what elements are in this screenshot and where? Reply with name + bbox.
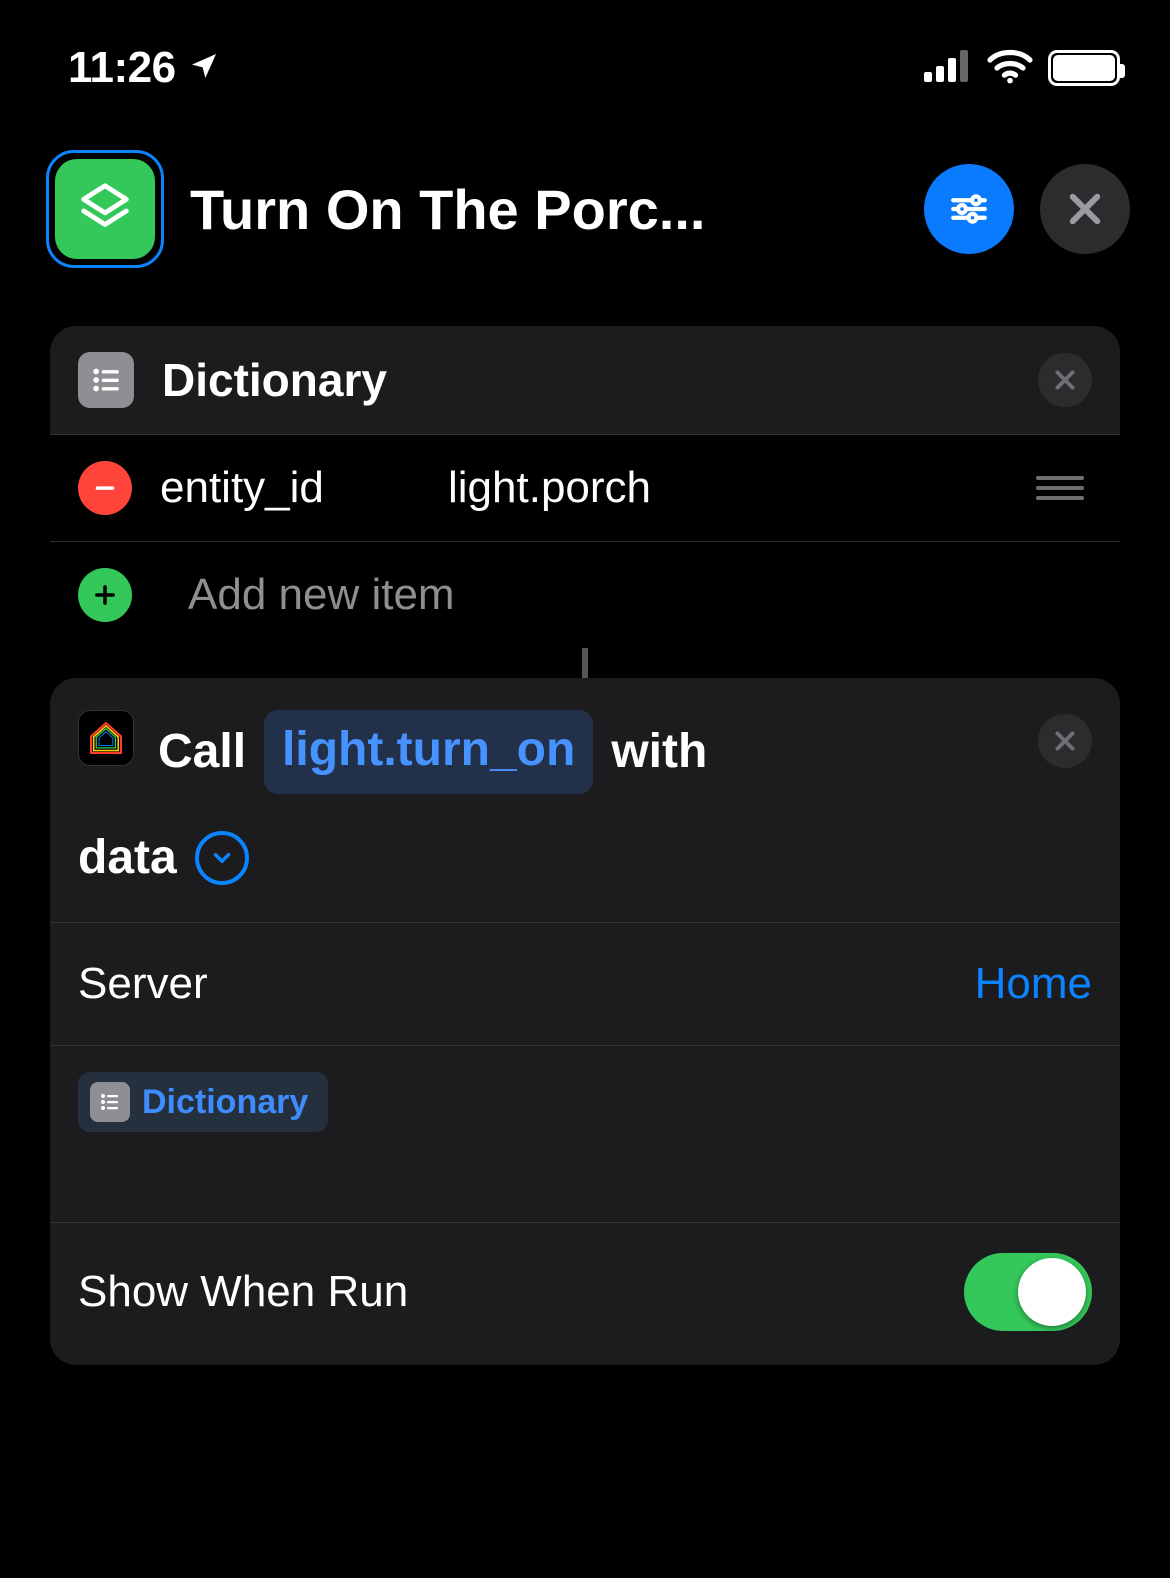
dictionary-action-card: Dictionary entity_id light.porch: [50, 326, 1120, 648]
dictionary-row: entity_id light.porch: [50, 435, 1120, 542]
shortcut-app-icon: [55, 159, 155, 259]
settings-button[interactable]: [924, 164, 1014, 254]
dictionary-action-header[interactable]: Dictionary: [50, 326, 1120, 434]
close-button[interactable]: [1040, 164, 1130, 254]
dictionary-chip-icon: [90, 1082, 130, 1122]
expand-action-button[interactable]: [195, 831, 249, 885]
add-row-placeholder: Add new item: [160, 570, 455, 620]
dictionary-value-field[interactable]: light.porch: [448, 463, 1008, 513]
battery-icon: [1048, 50, 1120, 86]
call-service-summary: Call light.turn_on with data: [158, 710, 1014, 894]
dictionary-icon: [78, 352, 134, 408]
server-value[interactable]: Home: [975, 959, 1092, 1009]
drag-handle-icon[interactable]: [1036, 476, 1084, 500]
call-service-action-card: Call light.turn_on with data Server Home: [50, 678, 1120, 1365]
service-token[interactable]: light.turn_on: [264, 710, 593, 794]
clock: 11:26: [68, 43, 176, 93]
add-row-button[interactable]: [78, 568, 132, 622]
dictionary-variable-chip[interactable]: Dictionary: [78, 1072, 328, 1132]
shortcut-title[interactable]: Turn On The Porc...: [190, 177, 898, 242]
call-service-header[interactable]: Call light.turn_on with data: [50, 678, 1120, 922]
shortcut-icon-button[interactable]: [46, 150, 164, 268]
remove-dictionary-action-button[interactable]: [1038, 353, 1092, 407]
dictionary-rows: entity_id light.porch Add new item: [50, 434, 1120, 648]
cellular-signal-icon: [924, 50, 972, 87]
location-services-icon: [188, 43, 220, 93]
call-prefix: Call: [158, 716, 246, 788]
call-mid: with: [611, 716, 707, 788]
remove-call-action-button[interactable]: [1038, 714, 1092, 768]
show-when-run-label: Show When Run: [78, 1267, 408, 1317]
status-right: [924, 48, 1120, 89]
wifi-icon: [986, 48, 1034, 89]
remove-row-button[interactable]: [78, 461, 132, 515]
dictionary-action-title: Dictionary: [162, 353, 1010, 407]
status-left: 11:26: [68, 43, 220, 93]
call-suffix: data: [78, 822, 177, 894]
dictionary-key-field[interactable]: entity_id: [160, 463, 420, 513]
server-param-row[interactable]: Server Home: [50, 922, 1120, 1045]
show-when-run-toggle[interactable]: [964, 1253, 1092, 1331]
add-dictionary-row[interactable]: Add new item: [50, 542, 1120, 648]
shortcut-header: Turn On The Porc...: [0, 100, 1170, 308]
actions-list: Dictionary entity_id light.porch: [0, 308, 1170, 1365]
home-assistant-icon: [78, 710, 134, 766]
status-bar: 11:26: [0, 0, 1170, 100]
show-when-run-row: Show When Run: [50, 1222, 1120, 1365]
data-param-row[interactable]: Dictionary: [50, 1045, 1120, 1222]
server-label: Server: [78, 959, 208, 1009]
dictionary-chip-label: Dictionary: [142, 1083, 308, 1122]
action-connector: [582, 648, 588, 678]
